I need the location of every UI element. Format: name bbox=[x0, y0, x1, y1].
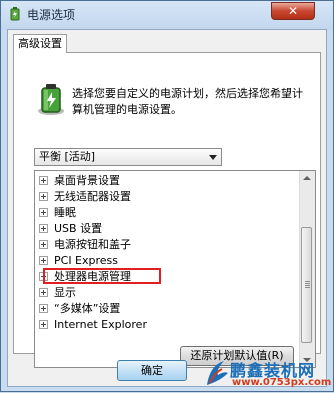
tree-item[interactable]: 桌面背景设置 bbox=[39, 173, 120, 189]
tree-item[interactable]: 显示 bbox=[39, 285, 76, 301]
tree-item[interactable]: 电源按钮和盖子 bbox=[39, 237, 131, 253]
power-options-icon bbox=[10, 7, 20, 21]
title-bar[interactable]: 电源选项 ✕ bbox=[1, 1, 333, 27]
expand-plus-icon[interactable] bbox=[39, 191, 48, 201]
battery-icon bbox=[38, 84, 64, 115]
tab-panel: 选择您要自定义的电源计划，然后选择您希望计算机管理的电源设置。 平衡 [活动] … bbox=[13, 52, 321, 368]
highlight-box bbox=[43, 268, 161, 284]
scrollbar-thumb[interactable] bbox=[301, 227, 312, 343]
expand-plus-icon[interactable] bbox=[39, 287, 48, 297]
watermark-url: www.0753px.com bbox=[232, 377, 332, 388]
scrollbar[interactable] bbox=[299, 171, 315, 367]
tree-item[interactable]: “多媒体”设置 bbox=[39, 301, 120, 317]
dialog-body: 高级设置 选择您要自定义的电源计划，然后选择您希望计算机管理的电源设置。 平衡 … bbox=[7, 29, 327, 387]
expand-plus-icon[interactable] bbox=[39, 303, 48, 313]
expand-plus-icon[interactable] bbox=[39, 255, 48, 265]
expand-plus-icon[interactable] bbox=[39, 239, 48, 249]
expand-plus-icon[interactable] bbox=[39, 223, 48, 233]
close-button[interactable]: ✕ bbox=[271, 2, 315, 20]
chevron-down-icon bbox=[209, 155, 217, 160]
settings-tree: 桌面背景设置 无线适配器设置 睡眠 USB 设置 电源按钮和盖子 PCI Exp… bbox=[34, 170, 316, 368]
watermark: 鹏鑫装机网 www.0753px.com bbox=[204, 357, 334, 393]
grip-icon bbox=[305, 281, 310, 282]
expand-plus-icon[interactable] bbox=[39, 175, 48, 185]
power-options-window: 电源选项 ✕ 高级设置 选择您要自定义的电源计划，然后选择您希望计算机管理的电源… bbox=[0, 0, 334, 392]
ok-button[interactable]: 确定 bbox=[117, 360, 187, 381]
power-plan-value: 平衡 [活动] bbox=[39, 150, 96, 163]
scroll-up-arrow-icon[interactable] bbox=[303, 176, 311, 180]
intro-text: 选择您要自定义的电源计划，然后选择您希望计算机管理的电源设置。 bbox=[72, 87, 303, 116]
tree-item[interactable]: 无线适配器设置 bbox=[39, 189, 131, 205]
power-plan-select[interactable]: 平衡 [活动] bbox=[34, 148, 222, 166]
tree-item[interactable]: Internet Explorer bbox=[39, 317, 147, 333]
expand-plus-icon[interactable] bbox=[39, 207, 48, 217]
window-title: 电源选项 bbox=[27, 8, 76, 22]
tab-advanced-settings[interactable]: 高级设置 bbox=[13, 34, 67, 53]
expand-plus-icon[interactable] bbox=[39, 319, 48, 329]
close-icon: ✕ bbox=[287, 4, 299, 18]
tree-item[interactable]: USB 设置 bbox=[39, 221, 102, 237]
watermark-logo bbox=[207, 361, 228, 385]
tree-item[interactable]: PCI Express bbox=[39, 253, 118, 269]
tree-item[interactable]: 睡眠 bbox=[39, 205, 76, 221]
